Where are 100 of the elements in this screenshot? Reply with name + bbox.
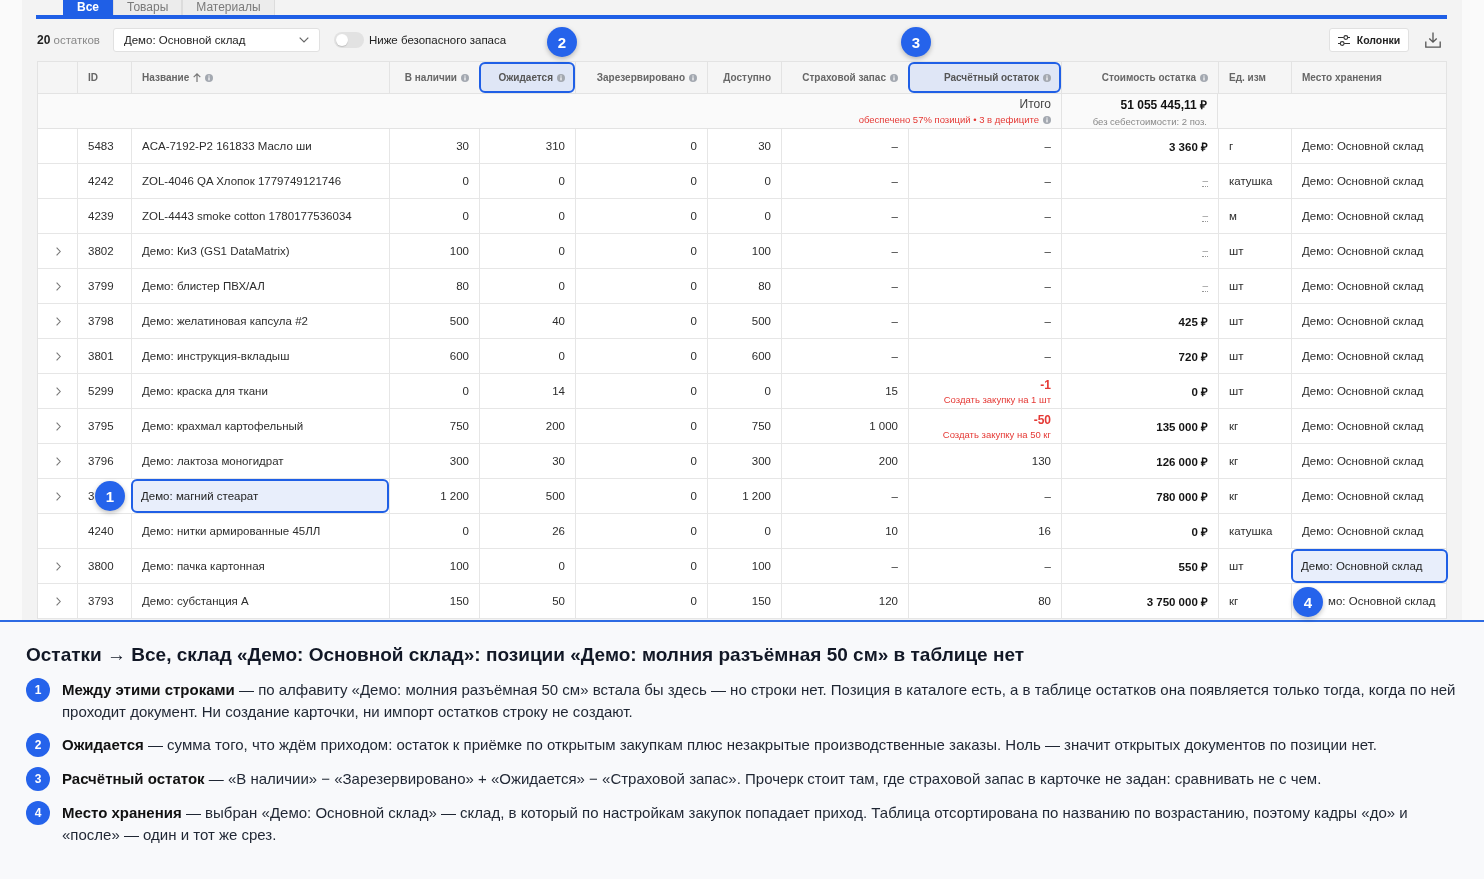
table-cell: ZOL-4046 QA Хлопок 1779749121746 <box>131 164 389 198</box>
table-cell: кг <box>1218 479 1291 513</box>
table-cell: 30 <box>389 129 479 163</box>
filter-label: Ниже безопасного запаса <box>368 34 507 46</box>
callout-marker: 2 <box>547 27 577 57</box>
table-cell: 550 ₽ <box>1061 549 1218 583</box>
tab[interactable]: Материалы <box>182 0 275 15</box>
table-cell: – <box>908 234 1061 268</box>
note-text: Место хранения — выбран «Демо: Основной склад» — склад, в который по настройкам закупок попадает приход. Таблица отсортирована по названию по возрастанию, поэтому кадры «до» и «после» — один и тот же срез. <box>62 803 1409 845</box>
table-cell: 126 000 ₽ <box>1061 444 1218 478</box>
table-cell: 3798 <box>77 304 131 338</box>
coverage-note: обеспечено 57% позиций • 3 в дефиците <box>858 114 1039 125</box>
table-cell: Демо: Основной склад <box>1291 514 1448 548</box>
chevron-right-icon[interactable] <box>55 456 61 466</box>
table-cell: 50 <box>479 584 575 618</box>
note-text: Между этими строками — по алфавиту «Демо: молния разъёмная 50 см» встала бы здесь — но строки нет. Позиция в каталоге есть, а в таблице остатков она появляется только тогда, когда по ней проходит документ. Ни создание карточки, ни импорт остатков строку не создают. <box>62 680 1457 722</box>
table-cell: 500 <box>707 304 781 338</box>
table-cell: 0 <box>575 304 707 338</box>
chevron-right-icon[interactable] <box>55 421 61 431</box>
download-icon[interactable] <box>1425 32 1441 48</box>
table-cell: 4240 <box>77 514 131 548</box>
table-cell: 130 <box>908 444 1061 478</box>
table-cell: 0 <box>479 269 575 303</box>
column-header[interactable]: Стоимость остатка <box>1061 62 1218 93</box>
chevron-right-icon[interactable] <box>55 316 61 326</box>
column-header[interactable]: Зарезервировано <box>575 62 707 93</box>
chevron-right-icon[interactable] <box>55 386 61 396</box>
table-cell: 200 <box>781 444 908 478</box>
table-cell: г <box>1218 129 1291 163</box>
table-cell: 0 <box>575 549 707 583</box>
table-cell: 0 <box>707 199 781 233</box>
table-cell: 3795 <box>77 409 131 443</box>
table-cell: Демо: субстанция А <box>131 584 389 618</box>
tab[interactable]: Все <box>63 0 113 15</box>
table-cell: Демо: пачка картонная <box>131 549 389 583</box>
warehouse-select[interactable]: Демо: Основной склад <box>112 28 320 52</box>
columns-button[interactable]: Колонки <box>1329 28 1409 52</box>
column-header[interactable]: Место хранения <box>1291 62 1448 93</box>
chevron-right-icon[interactable] <box>55 281 61 291</box>
table-cell: Демо: Основной склад <box>1291 409 1448 443</box>
callout-marker: 4 <box>1293 587 1323 617</box>
table-cell: – <box>781 269 908 303</box>
table-cell: – <box>908 479 1061 513</box>
table-cell: – <box>908 199 1061 233</box>
column-header[interactable]: ID <box>77 62 131 93</box>
sliders-icon <box>1337 34 1350 46</box>
table-cell: Демо: Основной склад <box>1291 549 1448 583</box>
table-cell: – <box>781 339 908 373</box>
table-cell: 0 ₽ <box>1061 374 1218 408</box>
table-cell: шт <box>1218 234 1291 268</box>
purchase-link[interactable]: Создать закупку на 50 кг <box>942 428 1051 440</box>
chevron-right-icon[interactable] <box>55 246 61 256</box>
table-cell: 1 200 <box>707 479 781 513</box>
callout-marker: 1 <box>95 481 125 511</box>
table-cell: 3 750 000 ₽ <box>1061 584 1218 618</box>
table-cell: Демо: крахмал картофельный <box>131 409 389 443</box>
chevron-right-icon[interactable] <box>55 351 61 361</box>
table-cell: – <box>781 304 908 338</box>
totals-note: без себестоимости: 2 поз. <box>1092 115 1207 127</box>
table-cell: Демо: Основной склад <box>1291 234 1448 268</box>
table-cell: Демо: инструкция-вкладыш <box>131 339 389 373</box>
note-text: Расчётный остаток — «В наличии» − «Зарезервировано» + «Ожидается» − «Страховой запас». Прочерк стоит там, где страховой запас в карточке не задан: сравнивать не с чем. <box>62 769 1323 789</box>
table-cell: Демо: желатиновая капсула #2 <box>131 304 389 338</box>
table-cell: – <box>908 304 1061 338</box>
table-cell: 26 <box>479 514 575 548</box>
table-cell: 0 <box>575 234 707 268</box>
column-header[interactable]: Расчётный остаток <box>908 62 1061 93</box>
table-cell: шт <box>1218 339 1291 373</box>
table-cell: м <box>1218 199 1291 233</box>
table-cell: кг <box>1218 584 1291 618</box>
column-header[interactable]: Ед. изм <box>1218 62 1291 93</box>
toggle-switch[interactable] <box>333 32 364 48</box>
table-cell: 600 <box>707 339 781 373</box>
missing-cost: – <box>1202 210 1208 222</box>
table-cell: 0 <box>575 479 707 513</box>
table-cell: Демо: Основной склад <box>1291 444 1448 478</box>
table-cell: 500 <box>479 479 575 513</box>
table-cell: – <box>908 339 1061 373</box>
table-cell: ZOL-4443 smoke cotton 1780177536034 <box>131 199 389 233</box>
table-cell: 0 <box>575 129 707 163</box>
table-cell: Демо: Основной склад <box>1291 339 1448 373</box>
chevron-right-icon[interactable] <box>55 491 61 501</box>
chevron-down-icon <box>298 37 309 43</box>
purchase-link[interactable]: Создать закупку на 1 шт <box>943 393 1051 405</box>
table-cell: Демо: Основной склад <box>1291 129 1448 163</box>
table-cell: 100 <box>707 234 781 268</box>
table-cell: шт <box>1218 269 1291 303</box>
table-cell: 0 <box>479 234 575 268</box>
table-cell: 0 ₽ <box>1061 514 1218 548</box>
column-header[interactable]: Доступно <box>707 62 781 93</box>
table-cell: Демо: Основной склад <box>1291 374 1448 408</box>
tab[interactable]: Товары <box>113 0 183 15</box>
column-header[interactable]: Ожидается <box>479 62 575 93</box>
chevron-right-icon[interactable] <box>55 596 61 606</box>
chevron-right-icon[interactable] <box>55 561 61 571</box>
table-cell: Демо: Основной склад <box>1291 479 1448 513</box>
column-header[interactable]: Название <box>131 62 389 93</box>
table-cell: Демо: Основной склад <box>1291 199 1448 233</box>
totals-value: 51 055 445,11 ₽ <box>1120 96 1207 113</box>
table-cell: – <box>781 549 908 583</box>
